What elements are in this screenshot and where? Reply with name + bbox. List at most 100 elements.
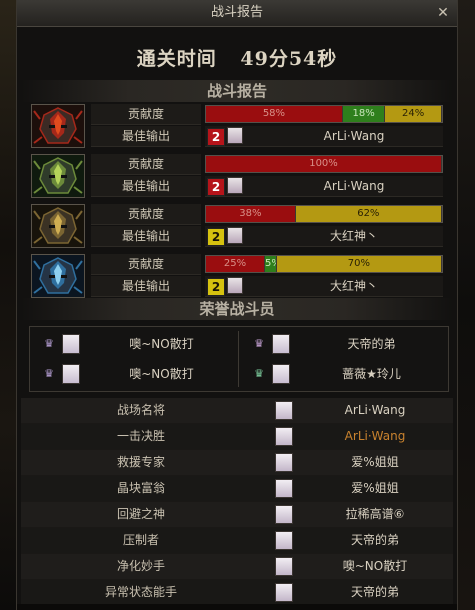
avatar [227,227,243,244]
contribution-label: 贡献度 [91,104,201,125]
right-background-edge [455,0,475,610]
award-row: 战场名将 ArLi·Wang [21,398,453,424]
best-output-name: 大红神丶 [329,229,378,243]
awards-list: 战场名将 ArLi·Wang 一击决胜 ArLi·Wang 救援专家 爱%姐姐 晶块富翁 爱%… [21,398,453,606]
contribution-segment: 24% [385,106,442,122]
player-row: 贡献度 38% 62% 最佳输出 2 大红神丶 [31,204,443,250]
award-title: 晶块富翁 [116,481,165,495]
window-footer [17,604,457,610]
contribution-segment: 38% [206,206,296,222]
window-titlebar[interactable]: 战斗报告 ✕ [17,0,457,27]
award-title: 压制者 [122,533,159,547]
honor-player-name: 蔷薇★玲儿 [342,367,401,381]
avatar [275,505,293,524]
blue-crystal-helmet-icon [31,254,85,298]
avatar [272,334,290,354]
contribution-segment: 58% [206,106,343,122]
avatar [227,277,243,294]
best-output-name: 大红神丶 [329,279,378,293]
best-output-player: 2 ArLi·Wang [205,176,443,197]
contribution-label: 贡献度 [91,204,201,225]
honor-player: ♛ 噢~NO散打 [34,331,239,357]
contribution-bar: 58% 18% 24% [205,105,443,123]
contribution-segment: 70% [276,256,442,272]
player-row: 贡献度25%5%70%最佳输出2大红神丶 [31,254,443,300]
award-player-name: ArLi·Wang [344,403,406,417]
honor-player: ♛ 噢~NO散打 [34,361,239,387]
avatar [275,531,293,550]
player-row: 贡献度 100% 最佳输出 2 ArLi·Wang [31,154,443,200]
best-output-label: 最佳输出 [91,276,201,297]
clear-time: 通关时间 49分54秒 [17,44,457,71]
green-thorn-helmet-icon [31,154,85,198]
award-title: 一击决胜 [116,429,165,443]
crown-icon: ♛ [44,337,54,350]
contribution-segment: 18% [342,106,386,122]
rank-badge: 2 [207,278,225,296]
award-row: 一击决胜 ArLi·Wang [21,424,453,450]
award-player-name: 爱%姐姐 [351,481,399,495]
best-output-player: 2 大红神丶 [205,276,443,297]
avatar [275,453,293,472]
avatar [62,334,80,354]
rank-badge: 2 [207,228,225,246]
best-output-player: 2 大红神丶 [205,226,443,247]
award-player-name: 爱%姐姐 [351,455,399,469]
award-row: 救援专家 爱%姐姐 [21,450,453,476]
contribution-segment: 5% [265,256,277,272]
report-section-title: 战斗报告 [21,80,453,102]
crown-icon: ♛ [254,337,264,350]
contribution-label: 贡献度 [91,154,201,175]
red-flame-helmet-icon [31,104,85,148]
best-output-name: ArLi·Wang [323,179,385,193]
best-output-label: 最佳输出 [91,226,201,247]
avatar [62,364,80,384]
award-row: 回避之神 拉稀高谱⑥ [21,502,453,528]
battle-report-window: 战斗报告 ✕ 通关时间 49分54秒 战斗报告 贡献度 58% 18% 24% 最佳输出… [16,0,458,610]
contribution-bar: 38% 62% [205,205,443,223]
award-player-name: 噢~NO散打 [342,559,408,573]
avatar [272,364,290,384]
contribution-segment: 62% [295,206,442,222]
contribution-label: 贡献度 [91,254,201,275]
award-player-name: ArLi·Wang [344,429,406,443]
contribution-bar: 100% [205,155,443,173]
avatar [275,479,293,498]
contribution-bar: 25%5%70% [205,255,443,273]
clear-time-label: 通关时间 [136,48,217,70]
honor-section-title: 荣誉战斗员 [21,298,453,320]
contribution-segment: 25% [206,256,265,272]
honor-box: ♛ 噢~NO散打 ♛ 天帝的弟 ♛ 噢~NO散打 ♛ 蔷薇★玲儿 [29,326,449,392]
window-title: 战斗报告 [210,5,263,20]
award-title: 净化妙手 [116,559,165,573]
crown-icon: ♛ [44,367,54,380]
award-row: 晶块富翁 爱%姐姐 [21,476,453,502]
gold-armor-helmet-icon [31,204,85,248]
award-row: 压制者 天帝的弟 [21,528,453,554]
contribution-segment: 100% [206,156,442,172]
best-output-label: 最佳输出 [91,126,201,147]
award-title: 回避之神 [116,507,165,521]
avatar [227,127,243,144]
avatar [275,427,293,446]
award-row: 净化妙手 噢~NO散打 [21,554,453,580]
avatar [275,557,293,576]
award-title: 异常状态能手 [104,585,177,599]
award-title: 救援专家 [116,455,165,469]
award-title: 战场名将 [116,403,165,417]
best-output-label: 最佳输出 [91,176,201,197]
avatar [275,583,293,602]
award-player-name: 拉稀高谱⑥ [345,507,405,521]
rank-badge: 2 [207,178,225,196]
honor-player-name: 天帝的弟 [347,337,396,351]
best-output-name: ArLi·Wang [323,129,385,143]
crown-icon: ♛ [254,367,264,380]
avatar [227,177,243,194]
rank-badge: 2 [207,128,225,146]
award-player-name: 天帝的弟 [350,585,399,599]
honor-player: ♛ 蔷薇★玲儿 [244,361,449,387]
close-icon[interactable]: ✕ [435,5,451,21]
avatar [275,401,293,420]
honor-player: ♛ 天帝的弟 [244,331,449,357]
clear-time-value: 49分54秒 [240,48,338,70]
